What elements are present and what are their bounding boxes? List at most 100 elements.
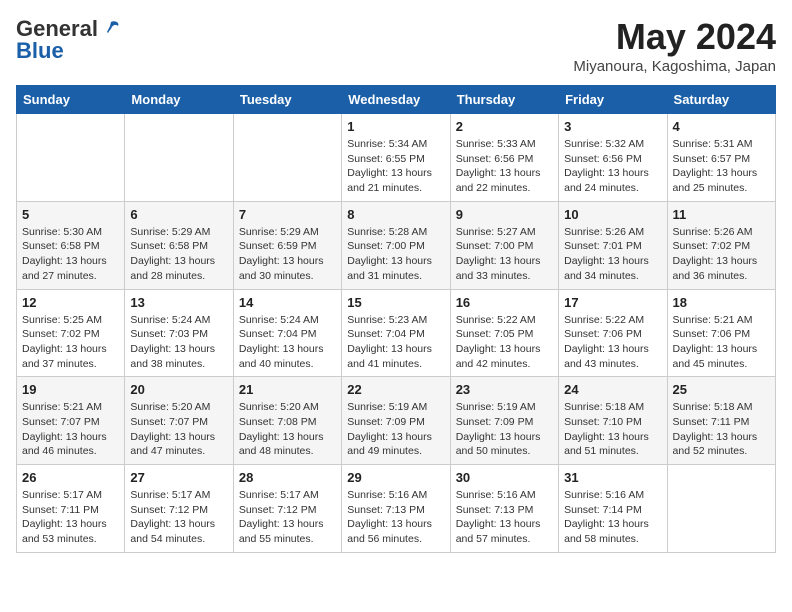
weekday-header-friday: Friday <box>559 86 667 114</box>
day-info: Sunrise: 5:25 AMSunset: 7:02 PMDaylight:… <box>22 313 119 372</box>
day-info: Sunrise: 5:30 AMSunset: 6:58 PMDaylight:… <box>22 225 119 284</box>
page-subtitle: Miyanoura, Kagoshima, Japan <box>573 58 776 75</box>
day-number: 10 <box>564 207 661 222</box>
weekday-header-wednesday: Wednesday <box>342 86 450 114</box>
page-title: May 2024 <box>573 16 776 58</box>
day-number: 1 <box>347 119 444 134</box>
calendar-cell: 24 Sunrise: 5:18 AMSunset: 7:10 PMDayligh… <box>559 377 667 465</box>
weekday-header-tuesday: Tuesday <box>233 86 341 114</box>
title-block: May 2024 Miyanoura, Kagoshima, Japan <box>573 16 776 75</box>
weekday-header-thursday: Thursday <box>450 86 558 114</box>
calendar-cell <box>667 465 775 553</box>
day-info: Sunrise: 5:34 AMSunset: 6:55 PMDaylight:… <box>347 137 444 196</box>
calendar-week-row: 26 Sunrise: 5:17 AMSunset: 7:11 PMDayligh… <box>17 465 776 553</box>
day-number: 9 <box>456 207 553 222</box>
day-info: Sunrise: 5:24 AMSunset: 7:03 PMDaylight:… <box>130 313 227 372</box>
day-info: Sunrise: 5:32 AMSunset: 6:56 PMDaylight:… <box>564 137 661 196</box>
day-number: 14 <box>239 295 336 310</box>
logo: General Blue <box>16 16 122 64</box>
calendar-cell: 27 Sunrise: 5:17 AMSunset: 7:12 PMDayligh… <box>125 465 233 553</box>
day-number: 18 <box>673 295 770 310</box>
day-number: 21 <box>239 382 336 397</box>
calendar-cell: 30 Sunrise: 5:16 AMSunset: 7:13 PMDayligh… <box>450 465 558 553</box>
day-info: Sunrise: 5:33 AMSunset: 6:56 PMDaylight:… <box>456 137 553 196</box>
calendar-cell: 8Sunrise: 5:28 AMSunset: 7:00 PMDaylight… <box>342 201 450 289</box>
day-info: Sunrise: 5:16 AMSunset: 7:13 PMDaylight:… <box>347 488 444 547</box>
day-number: 28 <box>239 470 336 485</box>
day-number: 24 <box>564 382 661 397</box>
day-info: Sunrise: 5:29 AMSunset: 6:58 PMDaylight:… <box>130 225 227 284</box>
calendar-cell: 26 Sunrise: 5:17 AMSunset: 7:11 PMDayligh… <box>17 465 125 553</box>
calendar-week-row: 19Sunrise: 5:21 AMSunset: 7:07 PMDayligh… <box>17 377 776 465</box>
day-number: 26 <box>22 470 119 485</box>
calendar-cell: 28 Sunrise: 5:17 AMSunset: 7:12 PMDayligh… <box>233 465 341 553</box>
calendar-cell: 19Sunrise: 5:21 AMSunset: 7:07 PMDayligh… <box>17 377 125 465</box>
calendar-cell: 29 Sunrise: 5:16 AMSunset: 7:13 PMDayligh… <box>342 465 450 553</box>
day-number: 2 <box>456 119 553 134</box>
day-info: Sunrise: 5:24 AMSunset: 7:04 PMDaylight:… <box>239 313 336 372</box>
day-info: Sunrise: 5:31 AMSunset: 6:57 PMDaylight:… <box>673 137 770 196</box>
day-number: 12 <box>22 295 119 310</box>
calendar-cell: 20 Sunrise: 5:20 AMSunset: 7:07 PMDayligh… <box>125 377 233 465</box>
day-info: Sunrise: 5:20 AMSunset: 7:08 PMDaylight:… <box>239 400 336 459</box>
calendar-cell <box>125 114 233 202</box>
calendar-cell: 13 Sunrise: 5:24 AMSunset: 7:03 PMDayligh… <box>125 289 233 377</box>
day-info: Sunrise: 5:22 AMSunset: 7:05 PMDaylight:… <box>456 313 553 372</box>
calendar-cell: 14 Sunrise: 5:24 AMSunset: 7:04 PMDayligh… <box>233 289 341 377</box>
calendar-cell: 10 Sunrise: 5:26 AMSunset: 7:01 PMDayligh… <box>559 201 667 289</box>
calendar-cell: 5 Sunrise: 5:30 AMSunset: 6:58 PMDaylight… <box>17 201 125 289</box>
calendar-cell: 21 Sunrise: 5:20 AMSunset: 7:08 PMDayligh… <box>233 377 341 465</box>
weekday-header-monday: Monday <box>125 86 233 114</box>
day-number: 22 <box>347 382 444 397</box>
day-number: 16 <box>456 295 553 310</box>
day-info: Sunrise: 5:19 AMSunset: 7:09 PMDaylight:… <box>347 400 444 459</box>
calendar-cell: 16 Sunrise: 5:22 AMSunset: 7:05 PMDayligh… <box>450 289 558 377</box>
calendar-cell: 4 Sunrise: 5:31 AMSunset: 6:57 PMDaylight… <box>667 114 775 202</box>
calendar-cell: 12 Sunrise: 5:25 AMSunset: 7:02 PMDayligh… <box>17 289 125 377</box>
calendar-cell: 22 Sunrise: 5:19 AMSunset: 7:09 PMDayligh… <box>342 377 450 465</box>
day-number: 31 <box>564 470 661 485</box>
day-number: 30 <box>456 470 553 485</box>
calendar-cell: 2 Sunrise: 5:33 AMSunset: 6:56 PMDaylight… <box>450 114 558 202</box>
day-number: 11 <box>673 207 770 222</box>
page-header: General Blue May 2024 Miyanoura, Kagoshi… <box>16 16 776 75</box>
day-info: Sunrise: 5:16 AMSunset: 7:13 PMDaylight:… <box>456 488 553 547</box>
weekday-header-row: SundayMondayTuesdayWednesdayThursdayFrid… <box>17 86 776 114</box>
calendar-cell <box>17 114 125 202</box>
day-number: 29 <box>347 470 444 485</box>
weekday-header-saturday: Saturday <box>667 86 775 114</box>
day-info: Sunrise: 5:26 AMSunset: 7:02 PMDaylight:… <box>673 225 770 284</box>
calendar-cell: 18 Sunrise: 5:21 AMSunset: 7:06 PMDayligh… <box>667 289 775 377</box>
calendar-cell: 3Sunrise: 5:32 AMSunset: 6:56 PMDaylight… <box>559 114 667 202</box>
day-info: Sunrise: 5:20 AMSunset: 7:07 PMDaylight:… <box>130 400 227 459</box>
calendar-cell: 6 Sunrise: 5:29 AMSunset: 6:58 PMDaylight… <box>125 201 233 289</box>
day-number: 27 <box>130 470 227 485</box>
day-info: Sunrise: 5:17 AMSunset: 7:12 PMDaylight:… <box>239 488 336 547</box>
calendar-cell <box>233 114 341 202</box>
day-info: Sunrise: 5:26 AMSunset: 7:01 PMDaylight:… <box>564 225 661 284</box>
day-number: 4 <box>673 119 770 134</box>
day-info: Sunrise: 5:17 AMSunset: 7:12 PMDaylight:… <box>130 488 227 547</box>
day-number: 5 <box>22 207 119 222</box>
calendar-cell: 25Sunrise: 5:18 AMSunset: 7:11 PMDayligh… <box>667 377 775 465</box>
calendar-week-row: 1 Sunrise: 5:34 AMSunset: 6:55 PMDaylight… <box>17 114 776 202</box>
calendar-cell: 23Sunrise: 5:19 AMSunset: 7:09 PMDayligh… <box>450 377 558 465</box>
calendar-cell: 15Sunrise: 5:23 AMSunset: 7:04 PMDayligh… <box>342 289 450 377</box>
logo-blue-text: Blue <box>16 38 64 64</box>
day-info: Sunrise: 5:17 AMSunset: 7:11 PMDaylight:… <box>22 488 119 547</box>
day-number: 13 <box>130 295 227 310</box>
calendar-cell: 7Sunrise: 5:29 AMSunset: 6:59 PMDaylight… <box>233 201 341 289</box>
day-number: 7 <box>239 207 336 222</box>
day-number: 17 <box>564 295 661 310</box>
day-number: 25 <box>673 382 770 397</box>
calendar-week-row: 5 Sunrise: 5:30 AMSunset: 6:58 PMDaylight… <box>17 201 776 289</box>
weekday-header-sunday: Sunday <box>17 86 125 114</box>
day-number: 20 <box>130 382 227 397</box>
day-info: Sunrise: 5:19 AMSunset: 7:09 PMDaylight:… <box>456 400 553 459</box>
day-number: 6 <box>130 207 227 222</box>
day-info: Sunrise: 5:21 AMSunset: 7:06 PMDaylight:… <box>673 313 770 372</box>
calendar-week-row: 12 Sunrise: 5:25 AMSunset: 7:02 PMDayligh… <box>17 289 776 377</box>
calendar-cell: 9Sunrise: 5:27 AMSunset: 7:00 PMDaylight… <box>450 201 558 289</box>
day-info: Sunrise: 5:18 AMSunset: 7:10 PMDaylight:… <box>564 400 661 459</box>
day-number: 15 <box>347 295 444 310</box>
